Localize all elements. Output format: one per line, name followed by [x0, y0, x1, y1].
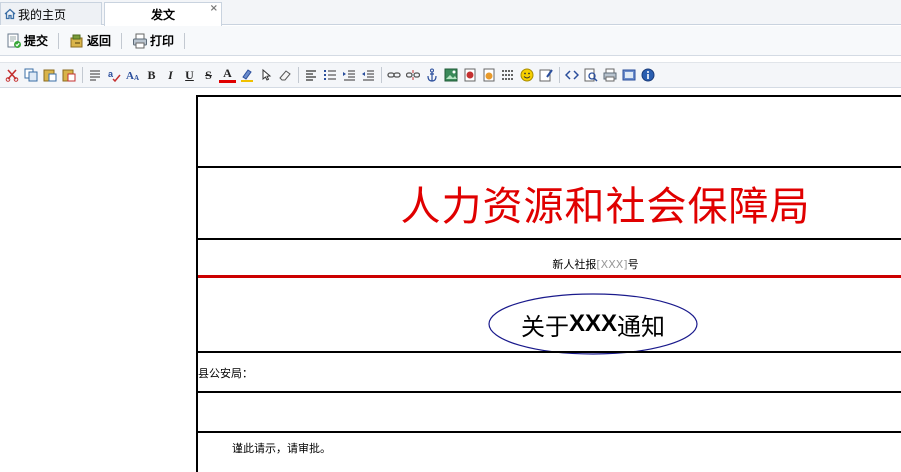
special-char-icon[interactable]	[537, 67, 554, 84]
red-header-rule	[198, 275, 901, 278]
source-icon[interactable]	[563, 67, 580, 84]
align-left-icon[interactable]	[302, 67, 319, 84]
underline-icon[interactable]: U	[181, 67, 198, 84]
italic-icon[interactable]: I	[162, 67, 179, 84]
table-row-divider	[198, 351, 901, 353]
table-border-top	[198, 95, 901, 97]
hr-icon[interactable]	[499, 67, 516, 84]
subject-xxx: XXX	[568, 310, 618, 337]
media-icon[interactable]	[480, 67, 497, 84]
tab-send-document[interactable]: 发文 ×	[104, 2, 222, 26]
ordered-list-icon[interactable]	[321, 67, 338, 84]
subject-prefix: 关于	[520, 312, 569, 341]
fullscreen-icon[interactable]	[620, 67, 637, 84]
table-row-divider	[198, 391, 901, 393]
link-icon[interactable]	[385, 67, 402, 84]
table-row-divider	[198, 238, 901, 240]
doc-number-prefix: 新人社报	[552, 258, 597, 271]
separator	[381, 67, 382, 83]
close-icon[interactable]: ×	[210, 4, 218, 14]
indent-icon[interactable]	[340, 67, 357, 84]
spellcheck-icon[interactable]: a	[105, 67, 122, 84]
strikethrough-icon[interactable]: S	[200, 67, 217, 84]
anchor-icon[interactable]	[423, 67, 440, 84]
table-row-divider	[198, 431, 901, 433]
org-title: 人力资源和社会保障局	[400, 184, 811, 230]
print-icon	[132, 33, 148, 49]
home-icon	[4, 8, 16, 20]
select-icon[interactable]	[257, 67, 274, 84]
image-icon[interactable]	[442, 67, 459, 84]
cut-icon[interactable]	[3, 67, 20, 84]
print-label: 打印	[150, 34, 175, 48]
editor-toolbar: a AA B I U S A	[0, 62, 901, 88]
copy-icon[interactable]	[22, 67, 39, 84]
eraser-icon[interactable]	[276, 67, 293, 84]
paste-text-icon[interactable]	[60, 67, 77, 84]
submit-button[interactable]: 提交	[2, 30, 52, 52]
separator	[58, 32, 60, 49]
return-icon	[69, 33, 85, 49]
font-size-icon[interactable]: AA	[124, 67, 141, 84]
document-number: 新人社报[XXX]号	[198, 256, 901, 272]
return-button[interactable]: 返回	[65, 30, 115, 52]
submit-label: 提交	[24, 34, 49, 48]
paragraph-icon[interactable]	[86, 67, 103, 84]
preview-icon[interactable]	[582, 67, 599, 84]
return-label: 返回	[87, 34, 112, 48]
separator	[298, 67, 299, 83]
closing-text: 谨此请示，请审批。	[232, 442, 331, 455]
flash-icon[interactable]	[461, 67, 478, 84]
svg-text:a: a	[108, 69, 114, 79]
doc-number-placeholder: [XXX]	[596, 258, 628, 271]
tab-home[interactable]: 我的主页	[0, 2, 102, 25]
separator	[559, 67, 560, 83]
svg-text:A: A	[126, 70, 134, 82]
print-icon[interactable]	[601, 67, 618, 84]
outdent-icon[interactable]	[359, 67, 376, 84]
separator	[121, 32, 123, 49]
tab-bar: 我的主页 发文 ×	[0, 0, 901, 26]
about-icon[interactable]	[639, 67, 656, 84]
doc-number-suffix: 号	[627, 258, 639, 271]
separator	[184, 32, 186, 49]
recipient-line: 县公安局：	[198, 367, 253, 380]
tab-send-document-label: 发文	[150, 8, 175, 22]
separator	[82, 67, 83, 83]
document-editor-area[interactable]: 人力资源和社会保障局 新人社报[XXX]号 关于 XXX 通知 县公安局： 谨此请示…	[196, 95, 901, 472]
svg-text:A: A	[134, 74, 139, 82]
emoticon-icon[interactable]	[518, 67, 535, 84]
submit-icon	[6, 33, 22, 49]
subject-block: 关于 XXX 通知	[487, 292, 699, 356]
tab-home-label: 我的主页	[18, 7, 67, 22]
action-toolbar: 提交 返回 打印	[0, 26, 901, 56]
print-button[interactable]: 打印	[128, 30, 178, 52]
subject-suffix: 通知	[617, 312, 666, 341]
table-row-divider	[198, 166, 901, 168]
unlink-icon[interactable]	[404, 67, 421, 84]
bold-icon[interactable]: B	[143, 67, 160, 84]
font-color-icon[interactable]: A	[219, 66, 236, 83]
subject-title: 关于 XXX 通知	[487, 292, 699, 356]
paste-icon[interactable]	[41, 67, 58, 84]
highlight-icon[interactable]	[238, 67, 255, 84]
